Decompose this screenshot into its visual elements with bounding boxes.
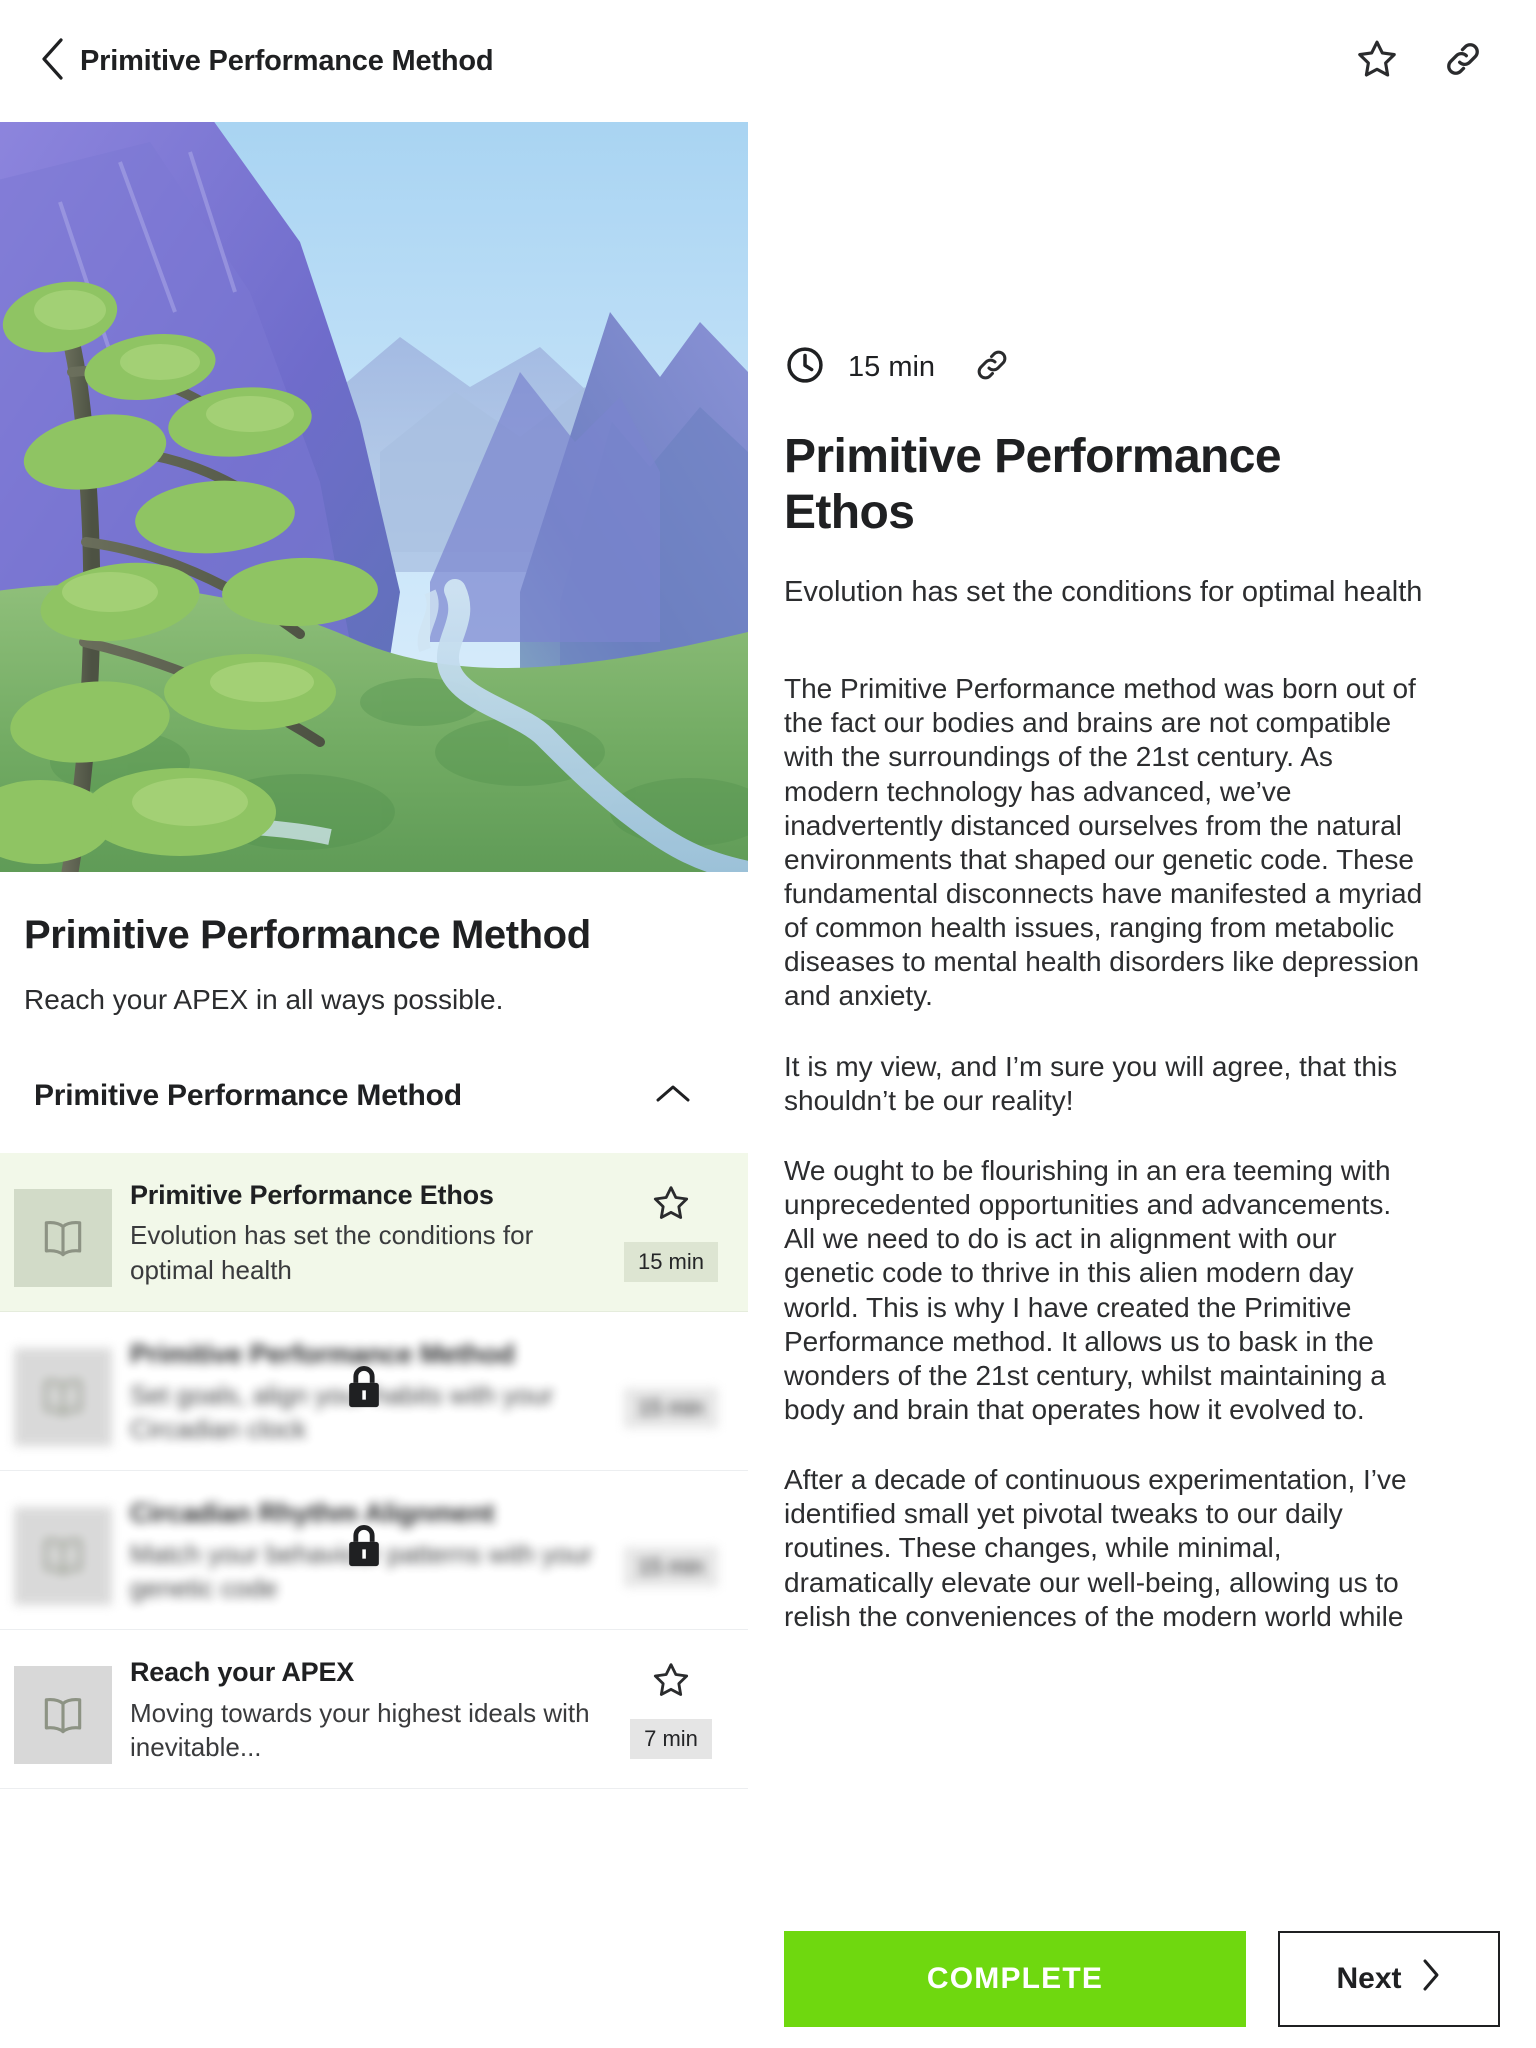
duration-badge: 15 min (623, 1547, 719, 1588)
article-paragraph: After a decade of continuous experimenta… (784, 1464, 1407, 1632)
chevron-up-icon[interactable] (654, 1082, 718, 1111)
article-link-button[interactable] (973, 346, 1011, 389)
content-split: Primitive Performance Method Reach your … (0, 122, 1536, 2048)
section-title: Primitive Performance Method (34, 1079, 462, 1112)
chevron-right-icon (1420, 1958, 1442, 2000)
duration-badge: 7 min (630, 1719, 712, 1760)
next-button[interactable]: Next (1278, 1931, 1500, 2027)
article-title: Primitive Performance Ethos (784, 430, 1282, 539)
back-button[interactable] (30, 37, 74, 86)
book-icon (14, 1666, 112, 1765)
favorite-button[interactable] (1354, 38, 1400, 84)
top-bar: Primitive Performance Method (0, 0, 1536, 122)
lesson-list: Primitive Performance Ethos Evolution ha… (0, 1153, 748, 1790)
lesson-item-3[interactable]: Reach your APEX Moving towards your high… (0, 1630, 748, 1790)
link-icon (973, 346, 1011, 389)
article-panel: 15 min Primitive Performance Ethos Evolu… (748, 122, 1536, 2048)
book-icon (14, 1189, 112, 1287)
mountain-valley-landscape (0, 122, 748, 872)
chevron-left-icon (39, 37, 65, 86)
duration-badge: 15 min (623, 1388, 719, 1429)
article-subtitle: Evolution has set the conditions for opt… (784, 576, 1423, 609)
star-outline-icon (1355, 37, 1399, 86)
book-icon (14, 1507, 112, 1606)
next-button-label: Next (1336, 1962, 1402, 1995)
lesson-description: Evolution has set the conditions for opt… (130, 1220, 534, 1285)
article-duration: 15 min (848, 351, 936, 383)
article-meta: 15 min (784, 122, 1500, 391)
page-title: Primitive Performance Method (80, 44, 494, 77)
clock-icon (784, 344, 826, 391)
course-hero-image (0, 122, 748, 872)
book-icon (14, 1348, 112, 1447)
lesson-description: Moving towards your highest ideals with … (130, 1697, 590, 1762)
course-title: Primitive Performance Method (24, 913, 591, 957)
course-sidebar: Primitive Performance Method Reach your … (0, 122, 748, 2048)
duration-badge: 15 min (623, 1242, 719, 1282)
lesson-title: Primitive Performance Ethos (130, 1180, 494, 1210)
lesson-item-0[interactable]: Primitive Performance Ethos Evolution ha… (0, 1153, 748, 1313)
star-outline-icon[interactable] (651, 1660, 691, 1705)
lesson-title: Reach your APEX (130, 1657, 355, 1688)
lesson-item-2[interactable]: Circadian Rhythm Alignment Match your be… (0, 1471, 748, 1631)
course-subtitle: Reach your APEX in all ways possible. (24, 984, 504, 1015)
lesson-item-1[interactable]: Primitive Performance Method Set goals, … (0, 1312, 748, 1472)
copy-link-button[interactable] (1440, 38, 1486, 84)
article-paragraph: The Primitive Performance method was bor… (784, 673, 1423, 1012)
action-bar: COMPLETE Next (748, 1910, 1536, 2048)
article-paragraph: We ought to be flourishing in an era tee… (784, 1154, 1392, 1425)
star-outline-icon[interactable] (651, 1183, 691, 1228)
lock-icon (341, 1522, 387, 1579)
article-paragraph: It is my view, and I’m sure you will agr… (784, 1050, 1398, 1116)
article-body: The Primitive Performance method was bor… (784, 672, 1424, 1634)
link-icon (1442, 38, 1484, 85)
top-bar-actions (1354, 38, 1508, 84)
lock-icon (341, 1363, 387, 1420)
section-header[interactable]: Primitive Performance Method (0, 1017, 748, 1113)
complete-button[interactable]: COMPLETE (784, 1931, 1246, 2027)
